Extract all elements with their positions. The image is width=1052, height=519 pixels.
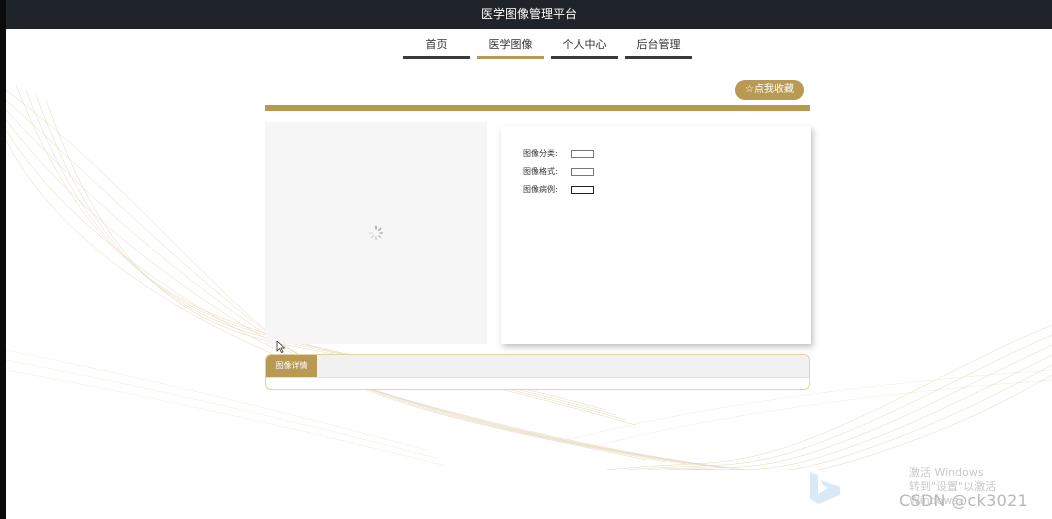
- window-title: 医学图像管理平台: [6, 0, 1052, 29]
- category-value: [571, 149, 594, 158]
- case-label: 图像病例:: [523, 185, 558, 194]
- nav-item-home[interactable]: 首页: [403, 38, 470, 59]
- app-window: 医学图像管理平台 首页 医学图像 个人中心 后台管理 ☆点我收藏 图像分类: 图…: [6, 0, 1052, 519]
- loading-spinner-icon: [368, 225, 384, 241]
- detail-section: 图像详情: [265, 354, 810, 390]
- info-row-format: 图像格式:: [523, 166, 594, 177]
- favorite-button[interactable]: ☆点我收藏: [735, 80, 804, 100]
- favorite-button-label: 点我收藏: [753, 84, 794, 95]
- format-label: 图像格式:: [523, 167, 558, 176]
- nav-item-medical-images[interactable]: 医学图像: [477, 38, 544, 59]
- mouse-cursor-icon: [276, 341, 286, 353]
- section-divider: [265, 105, 810, 111]
- csdn-watermark: CSDN @ck3021: [899, 491, 1029, 510]
- info-row-category: 图像分类:: [523, 148, 594, 159]
- detail-tabbar: 图像详情: [266, 355, 809, 378]
- info-row-case: 图像病例:: [523, 184, 594, 195]
- format-value: [571, 167, 594, 176]
- star-icon: ☆: [745, 84, 754, 95]
- case-value: [571, 185, 594, 194]
- image-info-card: 图像分类: 图像格式: 图像病例:: [501, 126, 811, 344]
- tab-image-details[interactable]: 图像详情: [266, 355, 317, 377]
- activation-line-1: 激活 Windows: [909, 466, 984, 479]
- bing-logo-icon: [810, 472, 840, 504]
- main-nav: 首页 医学图像 个人中心 后台管理: [403, 38, 692, 59]
- nav-item-personal-center[interactable]: 个人中心: [551, 38, 618, 59]
- nav-item-admin[interactable]: 后台管理: [625, 38, 692, 59]
- category-label: 图像分类:: [523, 149, 558, 158]
